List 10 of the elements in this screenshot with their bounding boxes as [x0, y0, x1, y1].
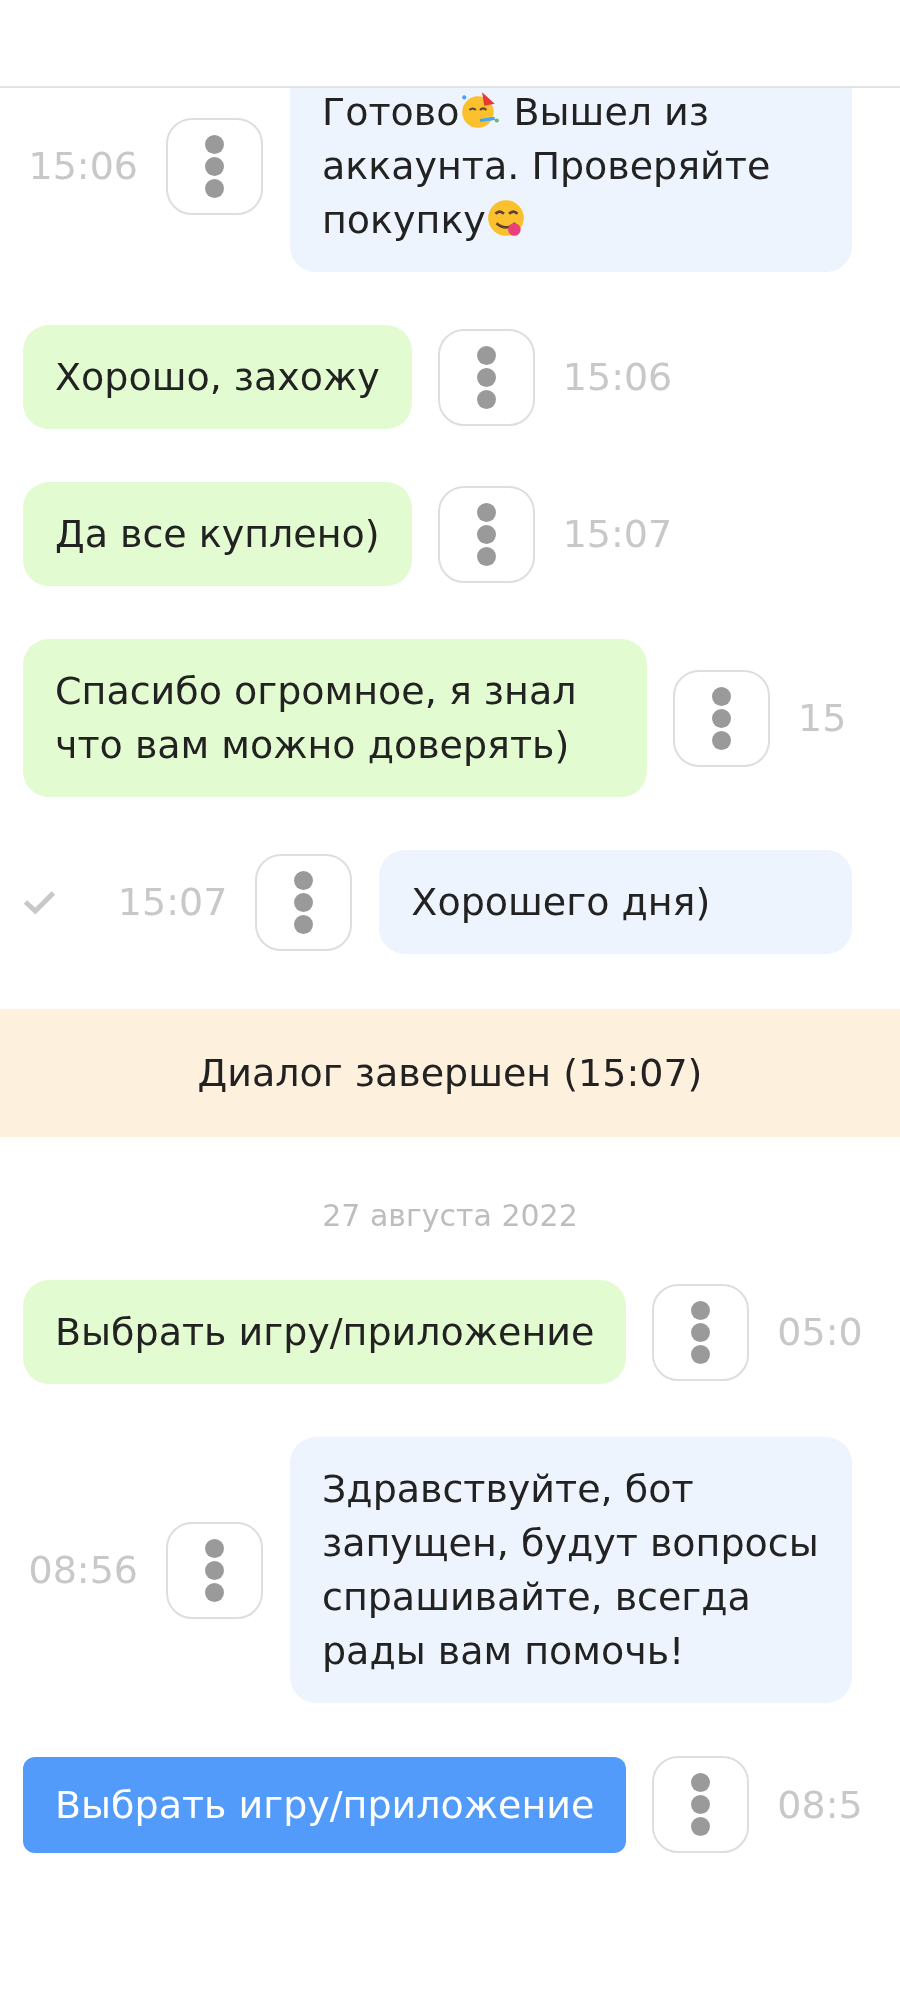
- message-text: Хорошего дня): [411, 879, 712, 926]
- message-text: Выбрать игру/приложение: [55, 1309, 595, 1356]
- message-text: Готово Вышел из аккаунта. Проверяйте покупку: [322, 88, 772, 244]
- message-text: Спасибо огромное, я знал что вам можно доверять): [55, 668, 578, 769]
- message-text: Да все куплено): [55, 511, 380, 558]
- choose-game-button[interactable]: Выбрать игру/приложение: [23, 1756, 627, 1853]
- dialog-ended-banner: Диалог завершен (15:07): [0, 1009, 900, 1137]
- message-text: Здравствуйте, бот запущен, будут вопросы спрашивайте, всегда рады вам помочь!: [322, 1466, 820, 1675]
- date-label: 27 августа 2022: [321, 1198, 579, 1233]
- message-text: Хорошо, захожу: [55, 354, 380, 401]
